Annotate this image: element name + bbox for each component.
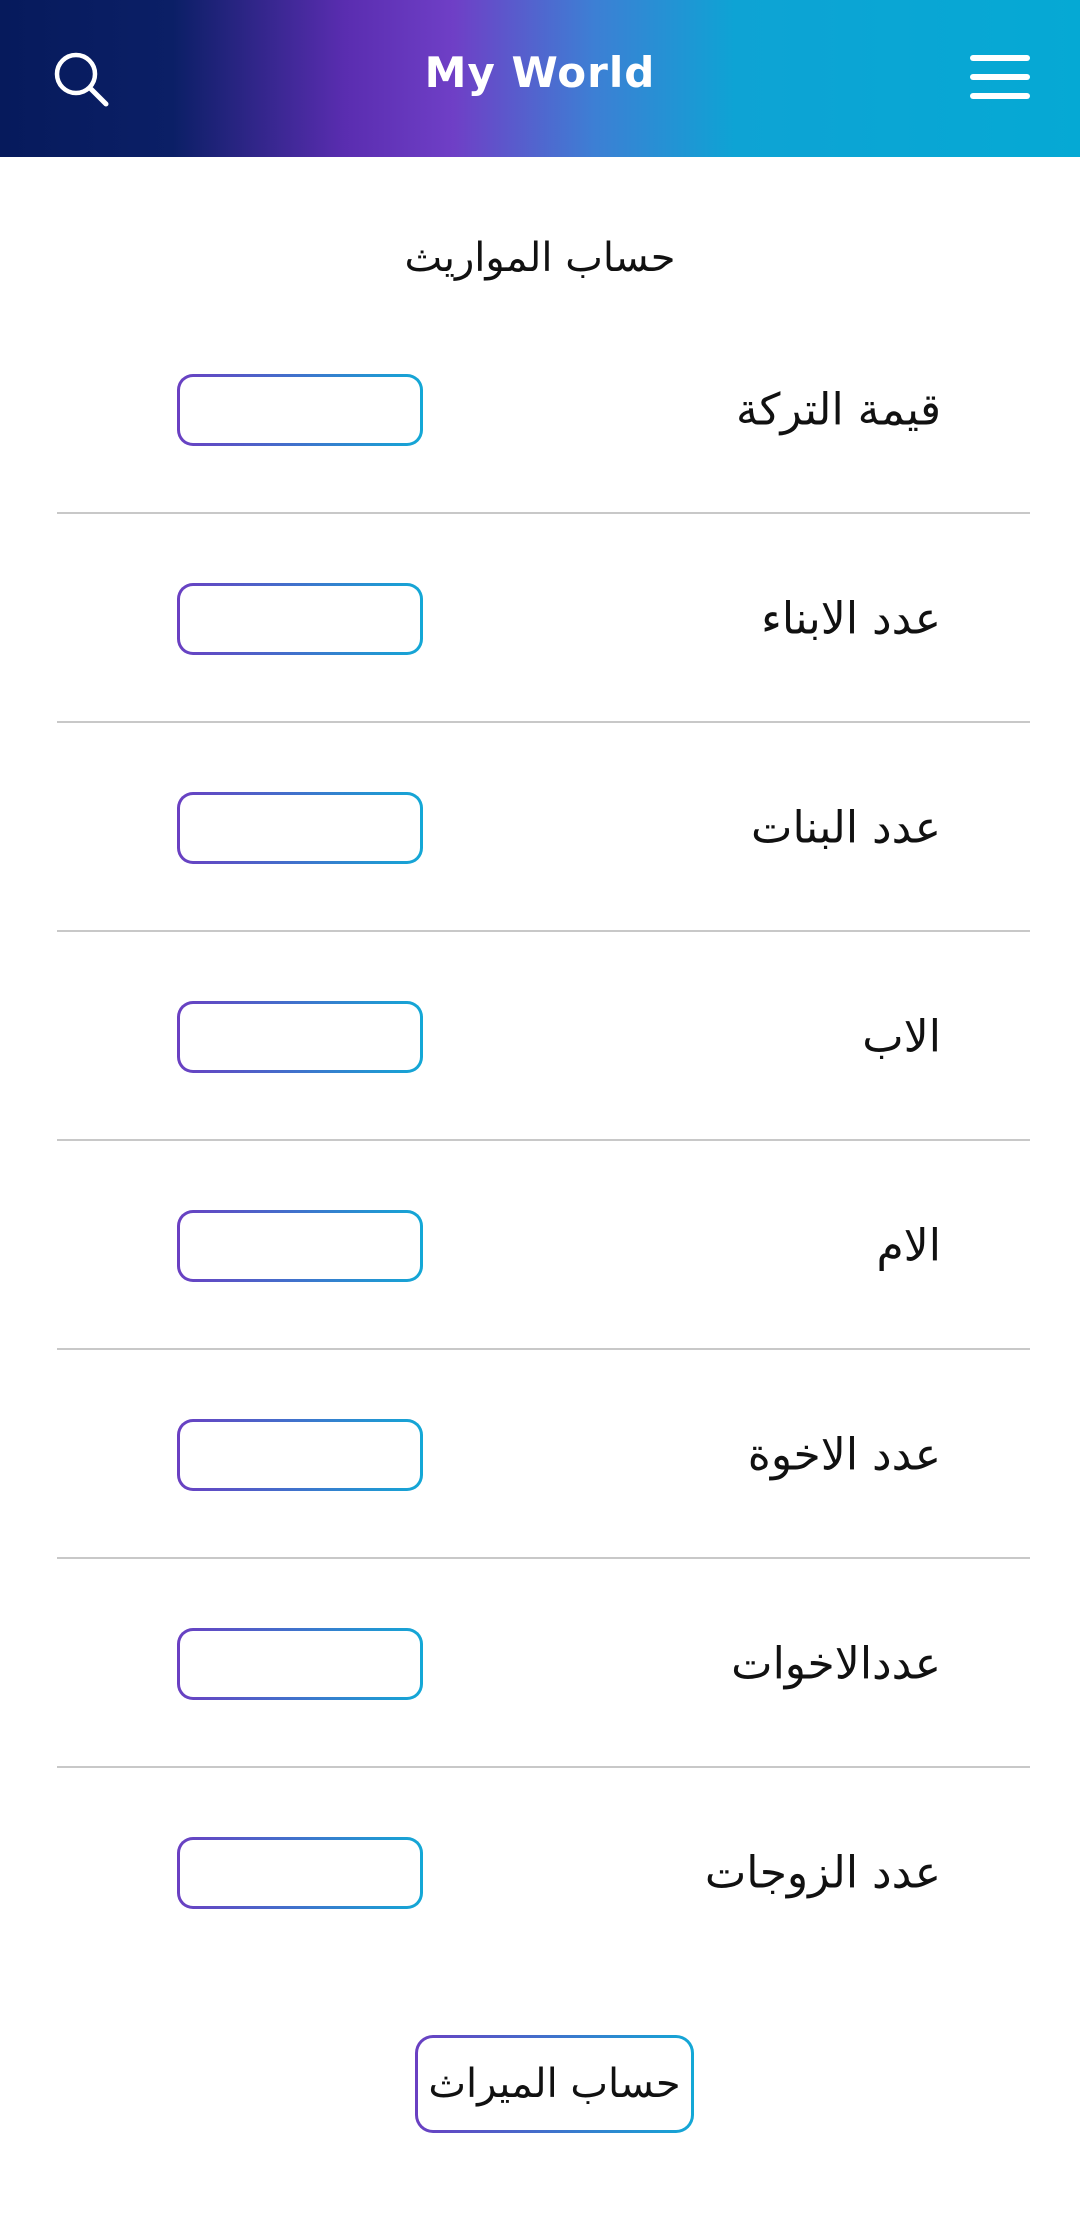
form-row-sons: عدد الابناء	[57, 514, 1030, 723]
app-title: My World	[424, 48, 656, 97]
form-row-mother: الام	[57, 1141, 1030, 1350]
field-label: عدد الزوجات	[704, 1847, 941, 1898]
sisters-count-input[interactable]	[180, 1630, 420, 1697]
form-row-brothers: عدد الاخوة	[57, 1350, 1030, 1559]
brothers-field-frame	[177, 1418, 423, 1491]
form-row-daughters: عدد البنات	[57, 723, 1030, 932]
mother-input[interactable]	[180, 1212, 420, 1279]
daughters-field-frame	[177, 791, 423, 864]
page-title: حساب المواريث	[404, 235, 676, 281]
estate-value-field-frame	[177, 373, 423, 446]
field-label: الاب	[862, 1011, 941, 1062]
calculate-inheritance-button[interactable]: حساب الميراث	[415, 2035, 694, 2133]
form-row-father: الاب	[57, 932, 1030, 1141]
estate-value-input[interactable]	[180, 376, 420, 443]
form-row-sisters: عددالاخوات	[57, 1559, 1030, 1768]
father-field-frame	[177, 1000, 423, 1073]
field-label: عدد الابناء	[761, 593, 941, 644]
wives-field-frame	[177, 1836, 423, 1909]
app-header: My World	[0, 0, 1080, 157]
menu-button[interactable]	[970, 55, 1030, 105]
hamburger-menu-icon	[970, 55, 1030, 61]
form-row-wives: عدد الزوجات	[57, 1768, 1030, 1977]
field-label: قيمة التركة	[735, 384, 941, 435]
field-label: عددالاخوات	[731, 1638, 941, 1689]
field-label: الام	[876, 1220, 941, 1271]
father-input[interactable]	[180, 1003, 420, 1070]
brothers-count-input[interactable]	[180, 1421, 420, 1488]
sisters-field-frame	[177, 1627, 423, 1700]
daughters-count-input[interactable]	[180, 794, 420, 861]
sons-field-frame	[177, 582, 423, 655]
sons-count-input[interactable]	[180, 585, 420, 652]
mother-field-frame	[177, 1209, 423, 1282]
field-label: عدد البنات	[751, 802, 941, 853]
form-row-estate-value: قيمة التركة	[57, 305, 1030, 514]
field-label: عدد الاخوة	[747, 1429, 941, 1480]
calculate-button-label: حساب الميراث	[418, 2038, 691, 2130]
wives-count-input[interactable]	[180, 1839, 420, 1906]
